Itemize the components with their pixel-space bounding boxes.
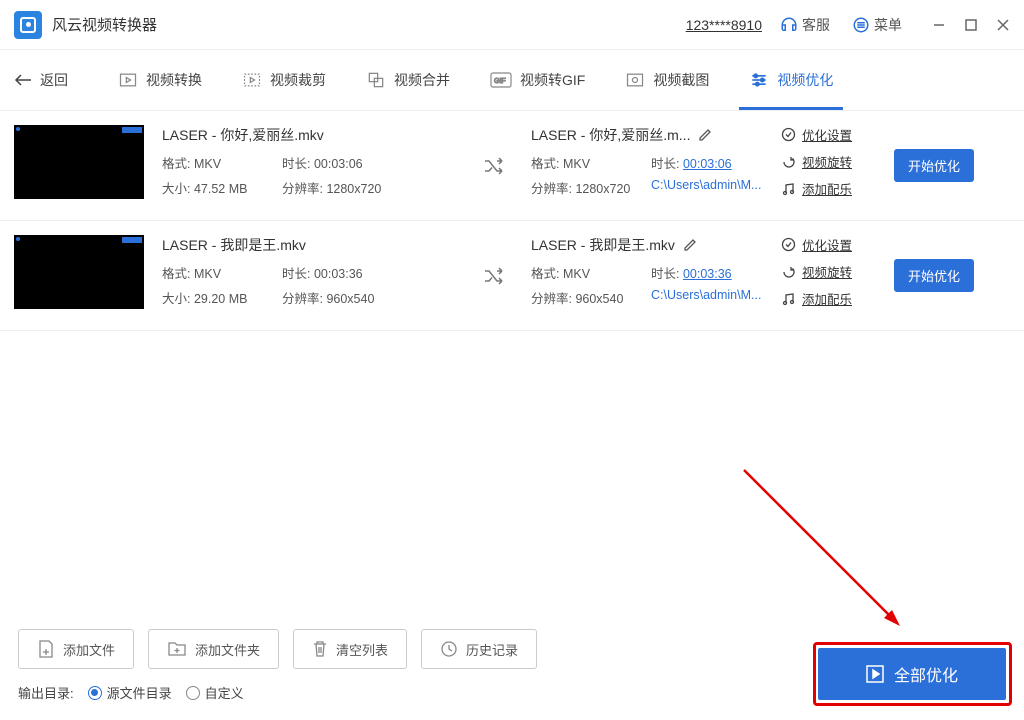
file-row: LASER - 我即是王.mkv 格式: MKV时长: 00:03:36 大小:… <box>0 221 1024 331</box>
settings-option[interactable]: 优化设置 <box>781 125 886 144</box>
output-filename: LASER - 我即是王.mkv <box>531 235 675 255</box>
merge-icon <box>366 70 386 90</box>
clear-list-button[interactable]: 清空列表 <box>293 629 407 669</box>
rotate-option[interactable]: 视频旋转 <box>781 262 886 281</box>
svg-text:GIF: GIF <box>494 78 506 85</box>
add-folder-button[interactable]: 添加文件夹 <box>148 629 279 669</box>
maximize-button[interactable] <box>964 18 978 32</box>
output-info: LASER - 你好,爱丽丝.m... 格式: MKV时长: 00:03:06 … <box>531 125 781 203</box>
app-title: 风云视频转换器 <box>52 14 686 35</box>
clock-icon <box>440 640 458 658</box>
output-dir-label: 输出目录: <box>18 683 74 702</box>
screenshot-icon <box>625 70 645 90</box>
output-filename: LASER - 你好,爱丽丝.m... <box>531 125 690 145</box>
music-option[interactable]: 添加配乐 <box>781 289 886 308</box>
back-button[interactable]: 返回 <box>14 70 68 90</box>
tab-convert[interactable]: 视频转换 <box>118 50 202 110</box>
file-row: LASER - 你好,爱丽丝.mkv 格式: MKV时长: 00:03:06 大… <box>0 111 1024 221</box>
music-option[interactable]: 添加配乐 <box>781 179 886 198</box>
user-id[interactable]: 123****8910 <box>686 17 762 33</box>
tab-merge[interactable]: 视频合并 <box>366 50 450 110</box>
app-logo <box>14 11 42 39</box>
video-thumbnail[interactable] <box>14 125 144 199</box>
back-label: 返回 <box>40 70 68 90</box>
edit-icon[interactable] <box>683 238 697 252</box>
output-info: LASER - 我即是王.mkv 格式: MKV时长: 00:03:36 分辨率… <box>531 235 781 313</box>
start-optimize-button[interactable]: 开始优化 <box>894 259 974 292</box>
shuffle-icon[interactable] <box>483 157 505 175</box>
source-filename: LASER - 你好,爱丽丝.mkv <box>162 125 457 145</box>
rotate-option[interactable]: 视频旋转 <box>781 152 886 171</box>
optimize-icon <box>749 70 769 90</box>
headset-icon <box>780 16 798 34</box>
trash-icon <box>312 639 328 659</box>
history-button[interactable]: 历史记录 <box>421 629 537 669</box>
play-box-icon <box>866 665 884 683</box>
source-filename: LASER - 我即是王.mkv <box>162 235 457 255</box>
output-path-link[interactable]: C:\Users\admin\M... <box>651 288 761 307</box>
menu-label: 菜单 <box>874 15 902 35</box>
output-duration-link[interactable]: 00:03:36 <box>683 267 732 281</box>
settings-option[interactable]: 优化设置 <box>781 235 886 254</box>
row-options: 优化设置 视频旋转 添加配乐 <box>781 125 886 206</box>
tab-gif[interactable]: GIF 视频转GIF <box>490 50 585 110</box>
convert-icon <box>118 70 138 90</box>
radio-custom-dir[interactable]: 自定义 <box>186 683 244 702</box>
back-arrow-icon <box>14 73 32 87</box>
row-options: 优化设置 视频旋转 添加配乐 <box>781 235 886 316</box>
tab-screenshot[interactable]: 视频截图 <box>625 50 709 110</box>
close-button[interactable] <box>996 18 1010 32</box>
file-list: LASER - 你好,爱丽丝.mkv 格式: MKV时长: 00:03:06 大… <box>0 110 1024 331</box>
radio-source-dir[interactable]: 源文件目录 <box>88 683 172 702</box>
minimize-button[interactable] <box>932 18 946 32</box>
crop-icon <box>242 70 262 90</box>
source-info: LASER - 你好,爱丽丝.mkv 格式: MKV时长: 00:03:06 大… <box>162 125 457 203</box>
shuffle-icon[interactable] <box>483 267 505 285</box>
start-optimize-button[interactable]: 开始优化 <box>894 149 974 182</box>
add-file-button[interactable]: 添加文件 <box>18 629 134 669</box>
tab-crop[interactable]: 视频裁剪 <box>242 50 326 110</box>
tab-optimize[interactable]: 视频优化 <box>749 50 833 110</box>
menu-button[interactable]: 菜单 <box>852 15 902 35</box>
support-label: 客服 <box>802 15 830 35</box>
output-duration-link[interactable]: 00:03:06 <box>683 157 732 171</box>
source-info: LASER - 我即是王.mkv 格式: MKV时长: 00:03:36 大小:… <box>162 235 457 313</box>
video-thumbnail[interactable] <box>14 235 144 309</box>
output-path-link[interactable]: C:\Users\admin\M... <box>651 178 761 197</box>
support-button[interactable]: 客服 <box>780 15 830 35</box>
optimize-all-button[interactable]: 全部优化 <box>818 648 1006 700</box>
menu-icon <box>852 16 870 34</box>
file-plus-icon <box>37 639 55 659</box>
folder-plus-icon <box>167 640 187 658</box>
edit-icon[interactable] <box>698 128 712 142</box>
gif-icon: GIF <box>490 72 512 88</box>
